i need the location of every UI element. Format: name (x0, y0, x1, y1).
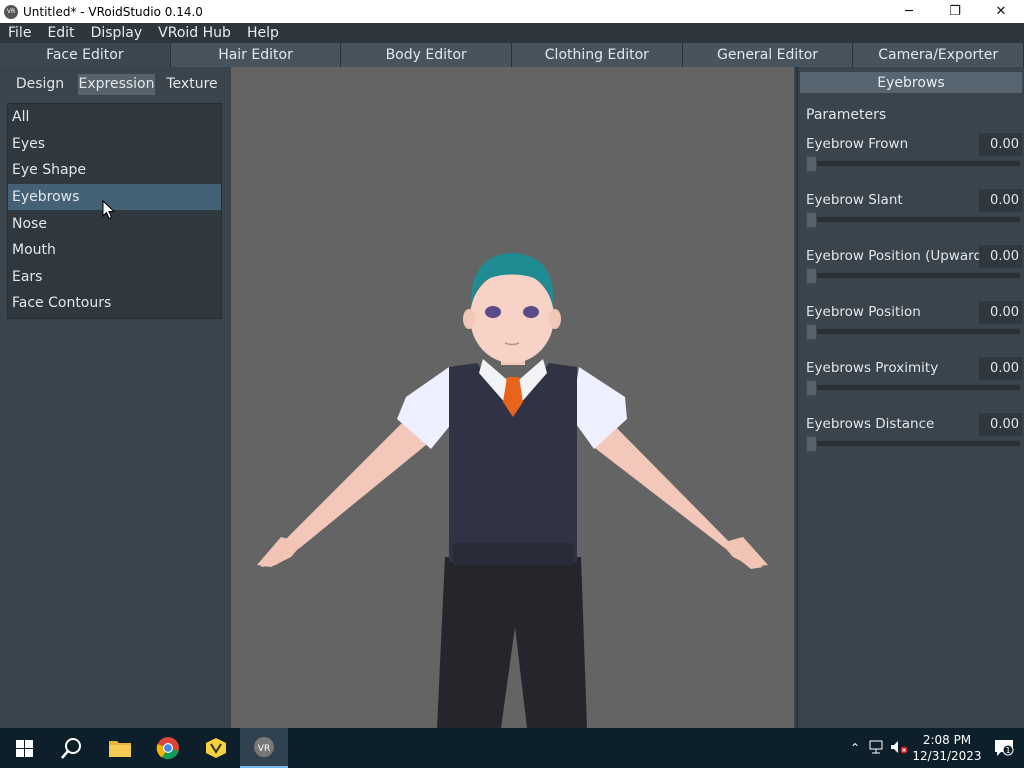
clock[interactable]: 2:08 PM 12/31/2023 (910, 732, 984, 764)
chrome-icon[interactable] (144, 728, 192, 768)
title-bar: VR Untitled* - VRoidStudio 0.14.0 ─ ❐ ✕ (0, 0, 1024, 23)
file-explorer-icon[interactable] (96, 728, 144, 768)
param-value-input[interactable]: 0.00 (979, 133, 1022, 156)
param-eyebrows-distance: Eyebrows Distance 0.00 (806, 413, 1022, 463)
param-eyebrow-position: Eyebrow Position 0.00 (806, 301, 1022, 351)
menu-edit[interactable]: Edit (39, 25, 82, 41)
mouse-cursor-icon (102, 200, 116, 220)
3d-viewport[interactable] (231, 67, 794, 728)
param-label: Eyebrow Frown (806, 136, 909, 152)
right-panel: Eyebrows Parameters Eyebrow Frown 0.00 E… (796, 67, 1024, 728)
slider-handle[interactable] (806, 380, 817, 396)
param-label: Eyebrows Distance (806, 416, 935, 432)
param-label: Eyebrows Proximity (806, 360, 939, 376)
param-eyebrows-proximity: Eyebrows Proximity 0.00 (806, 357, 1022, 407)
slider-track[interactable] (806, 441, 1020, 446)
param-eyebrow-position-upward: Eyebrow Position (Upward) 0.00 (806, 245, 1022, 295)
param-label: Eyebrow Position (806, 304, 921, 320)
tab-general-editor[interactable]: General Editor (682, 43, 854, 67)
slider-handle[interactable] (806, 324, 817, 340)
window-title: Untitled* - VRoidStudio 0.14.0 (23, 4, 203, 19)
slider-track[interactable] (806, 217, 1020, 222)
vroid-app-icon: VR (4, 4, 18, 19)
windows-start-icon[interactable] (0, 728, 48, 768)
restore-button[interactable]: ❐ (932, 0, 978, 23)
param-label: Eyebrow Position (Upward) (806, 248, 988, 264)
menu-vroid-hub[interactable]: VRoid Hub (150, 25, 239, 41)
vroid-hub-icon[interactable] (192, 728, 240, 768)
taskbar: VR ⌃ 2:08 PM 12/31/2023 1 (0, 728, 1024, 768)
slider-handle[interactable] (806, 156, 817, 172)
tab-camera-exporter[interactable]: Camera/Exporter (853, 43, 1024, 67)
close-button[interactable]: ✕ (978, 0, 1024, 23)
tab-hair-editor[interactable]: Hair Editor (170, 43, 342, 67)
subtab-design[interactable]: Design (4, 74, 76, 95)
chevron-up-icon[interactable]: ⌃ (844, 741, 866, 755)
slider-track[interactable] (806, 161, 1020, 166)
minimize-button[interactable]: ─ (886, 0, 932, 23)
param-value-input[interactable]: 0.00 (979, 245, 1022, 268)
menu-display[interactable]: Display (83, 25, 151, 41)
clock-date: 12/31/2023 (912, 749, 982, 763)
editor-tabs: Face Editor Hair Editor Body Editor Clot… (0, 43, 1024, 67)
menu-bar: File Edit Display VRoid Hub Help (0, 23, 1024, 43)
param-value-input[interactable]: 0.00 (979, 413, 1022, 436)
slider-handle[interactable] (806, 436, 817, 452)
left-panel: Design Expression Texture All Eyes Eye S… (0, 67, 231, 728)
menu-help[interactable]: Help (239, 25, 287, 41)
notification-count: 1 (1005, 746, 1010, 755)
slider-handle[interactable] (806, 212, 817, 228)
category-ears[interactable]: Ears (8, 264, 221, 291)
tab-clothing-editor[interactable]: Clothing Editor (512, 43, 683, 67)
tab-body-editor[interactable]: Body Editor (341, 43, 513, 67)
param-eyebrow-frown: Eyebrow Frown 0.00 (806, 133, 1022, 183)
param-value-input[interactable]: 0.00 (979, 357, 1022, 380)
clock-time: 2:08 PM (922, 733, 972, 747)
sub-tabs: Design Expression Texture (0, 67, 231, 101)
notification-center-icon[interactable]: 1 (984, 739, 1024, 757)
param-label: Eyebrow Slant (806, 192, 903, 208)
slider-track[interactable] (806, 329, 1020, 334)
parameters-label: Parameters (806, 107, 887, 123)
param-value-input[interactable]: 0.00 (979, 189, 1022, 212)
category-mouth[interactable]: Mouth (8, 237, 221, 264)
search-icon[interactable] (48, 728, 96, 768)
slider-track[interactable] (806, 385, 1020, 390)
menu-file[interactable]: File (0, 25, 39, 41)
system-tray: ⌃ 2:08 PM 12/31/2023 1 (844, 732, 1024, 764)
category-all[interactable]: All (8, 104, 221, 131)
speaker-muted-icon[interactable] (888, 740, 910, 757)
panel-header: Eyebrows (800, 72, 1022, 93)
vroid-studio-taskbar-icon[interactable]: VR (240, 728, 288, 768)
category-eye-shape[interactable]: Eye Shape (8, 157, 221, 184)
slider-track[interactable] (806, 273, 1020, 278)
slider-handle[interactable] (806, 268, 817, 284)
network-icon[interactable] (866, 740, 888, 757)
category-eyes[interactable]: Eyes (8, 131, 221, 158)
svg-text:VR: VR (258, 744, 270, 754)
subtab-texture[interactable]: Texture (157, 74, 227, 95)
category-face-contours[interactable]: Face Contours (8, 290, 221, 317)
param-eyebrow-slant: Eyebrow Slant 0.00 (806, 189, 1022, 239)
param-value-input[interactable]: 0.00 (979, 301, 1022, 324)
character-model (257, 253, 768, 728)
tab-face-editor[interactable]: Face Editor (0, 43, 171, 67)
subtab-expression[interactable]: Expression (78, 73, 155, 95)
